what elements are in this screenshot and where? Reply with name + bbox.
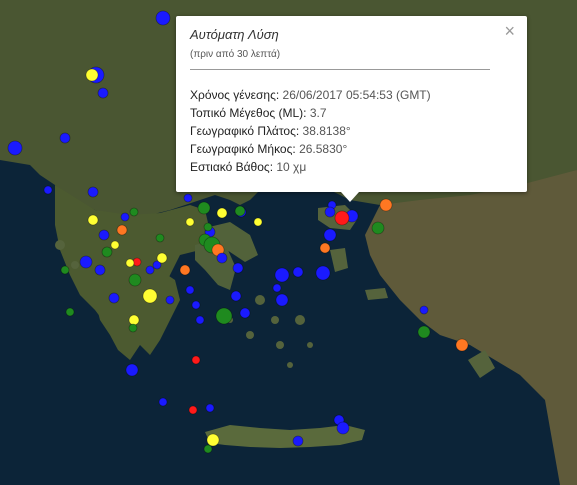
close-icon[interactable]: ×: [504, 22, 515, 40]
earthquake-marker-blue[interactable]: [183, 193, 193, 203]
earthquake-marker-green[interactable]: [203, 222, 213, 232]
earthquake-marker-yellow[interactable]: [110, 240, 120, 250]
earthquake-marker-green[interactable]: [128, 323, 138, 333]
earthquake-marker-yellow[interactable]: [128, 314, 140, 326]
land-samos: [365, 288, 388, 300]
earthquake-marker-blue[interactable]: [98, 229, 110, 241]
earthquake-marker-blue[interactable]: [205, 403, 215, 413]
earthquake-marker-green[interactable]: [128, 273, 142, 287]
earthquake-marker-yellow[interactable]: [125, 258, 135, 268]
popup-details: Χρόνος γένεσης: 26/06/2017 05:54:53 (GMT…: [190, 86, 513, 176]
earthquake-marker-blue[interactable]: [108, 292, 120, 304]
earthquake-marker-blue[interactable]: [195, 315, 205, 325]
earthquake-marker-blue[interactable]: [274, 267, 290, 283]
earthquake-marker-blue[interactable]: [97, 87, 109, 99]
longitude-row: Γεωγραφικό Μήκος: 26.5830°: [190, 140, 513, 158]
earthquake-marker-green[interactable]: [215, 307, 233, 325]
earthquake-marker-orange[interactable]: [116, 224, 128, 236]
earthquake-marker-blue[interactable]: [324, 206, 336, 218]
earthquake-marker-blue[interactable]: [94, 264, 106, 276]
earthquake-marker-blue[interactable]: [419, 305, 429, 315]
depth-value: 10 χμ: [276, 160, 307, 174]
latitude-label: Γεωγραφικό Πλάτος:: [190, 124, 300, 138]
earthquake-marker-blue[interactable]: [275, 293, 289, 307]
earthquake-marker-blue[interactable]: [158, 397, 168, 407]
earthquake-marker-yellow[interactable]: [185, 217, 195, 227]
depth-row: Εστιακό Βάθος: 10 χμ: [190, 158, 513, 176]
earthquake-marker-green[interactable]: [129, 207, 139, 217]
info-window-pointer: [341, 192, 359, 202]
latitude-row: Γεωγραφικό Πλάτος: 38.8138°: [190, 122, 513, 140]
earthquake-marker-blue[interactable]: [155, 10, 171, 26]
earthquake-marker-blue[interactable]: [232, 262, 244, 274]
earthquake-marker-yellow[interactable]: [156, 252, 168, 264]
earthquake-marker-orange[interactable]: [179, 264, 191, 276]
earthquake-marker-green[interactable]: [203, 444, 213, 454]
earthquake-marker-blue[interactable]: [191, 300, 201, 310]
origin-time-value: 26/06/2017 05:54:53 (GMT): [282, 88, 431, 102]
earthquake-marker-blue[interactable]: [145, 265, 155, 275]
earthquake-marker-blue[interactable]: [87, 186, 99, 198]
earthquake-marker-yellow[interactable]: [85, 68, 99, 82]
info-window: Αυτόματη Λύση (πριν από 30 λεπτά) Χρόνος…: [176, 16, 527, 202]
earthquake-marker-red[interactable]: [191, 355, 201, 365]
latitude-value: 38.8138°: [302, 124, 351, 138]
earthquake-marker-blue[interactable]: [292, 266, 304, 278]
earthquake-marker-blue[interactable]: [292, 435, 304, 447]
depth-label: Εστιακό Βάθος:: [190, 160, 274, 174]
earthquake-marker-green[interactable]: [197, 201, 211, 215]
earthquake-marker-green[interactable]: [417, 325, 431, 339]
earthquake-marker-blue[interactable]: [336, 421, 350, 435]
earthquake-marker-green[interactable]: [101, 246, 113, 258]
earthquake-marker-green[interactable]: [234, 205, 246, 217]
origin-time-label: Χρόνος γένεσης:: [190, 88, 280, 102]
longitude-value: 26.5830°: [299, 142, 348, 156]
earthquake-marker-blue[interactable]: [125, 363, 139, 377]
earthquake-marker-blue[interactable]: [315, 265, 331, 281]
earthquake-marker-yellow[interactable]: [253, 217, 263, 227]
earthquake-marker-orange[interactable]: [319, 242, 331, 254]
earthquake-marker-green[interactable]: [371, 221, 385, 235]
popup-divider: [190, 69, 490, 70]
earthquake-marker-orange[interactable]: [379, 198, 393, 212]
earthquake-marker-blue[interactable]: [7, 140, 23, 156]
earthquake-marker-blue[interactable]: [43, 185, 53, 195]
popup-subtitle: (πριν από 30 λεπτά): [190, 49, 281, 60]
earthquake-marker-orange[interactable]: [455, 338, 469, 352]
earthquake-marker-blue[interactable]: [239, 307, 251, 319]
earthquake-marker-blue[interactable]: [272, 283, 282, 293]
earthquake-marker-green[interactable]: [60, 265, 70, 275]
magnitude-label: Τοπικό Μέγεθος (ML):: [190, 106, 307, 120]
earthquake-marker-yellow[interactable]: [206, 433, 220, 447]
magnitude-value: 3.7: [309, 106, 327, 120]
earthquake-marker-blue[interactable]: [230, 290, 242, 302]
magnitude-row: Τοπικό Μέγεθος (ML): 3.7: [190, 104, 513, 122]
earthquake-marker-blue[interactable]: [79, 255, 93, 269]
earthquake-marker-blue[interactable]: [185, 285, 195, 295]
earthquake-marker-blue[interactable]: [216, 252, 228, 264]
popup-title: Αυτόματη Λύση: [190, 27, 279, 42]
earthquake-marker-blue[interactable]: [120, 212, 130, 222]
longitude-label: Γεωγραφικό Μήκος:: [190, 142, 296, 156]
earthquake-marker-blue[interactable]: [323, 228, 337, 242]
earthquake-marker-green[interactable]: [155, 233, 165, 243]
earthquake-marker-blue[interactable]: [59, 132, 71, 144]
earthquake-marker-red[interactable]: [188, 405, 198, 415]
origin-time-row: Χρόνος γένεσης: 26/06/2017 05:54:53 (GMT…: [190, 86, 513, 104]
earthquake-marker-red[interactable]: [334, 210, 350, 226]
earthquake-marker-yellow[interactable]: [216, 207, 228, 219]
earthquake-marker-blue[interactable]: [165, 295, 175, 305]
earthquake-marker-green[interactable]: [65, 307, 75, 317]
earthquake-marker-yellow[interactable]: [87, 214, 99, 226]
earthquake-marker-yellow[interactable]: [142, 288, 158, 304]
